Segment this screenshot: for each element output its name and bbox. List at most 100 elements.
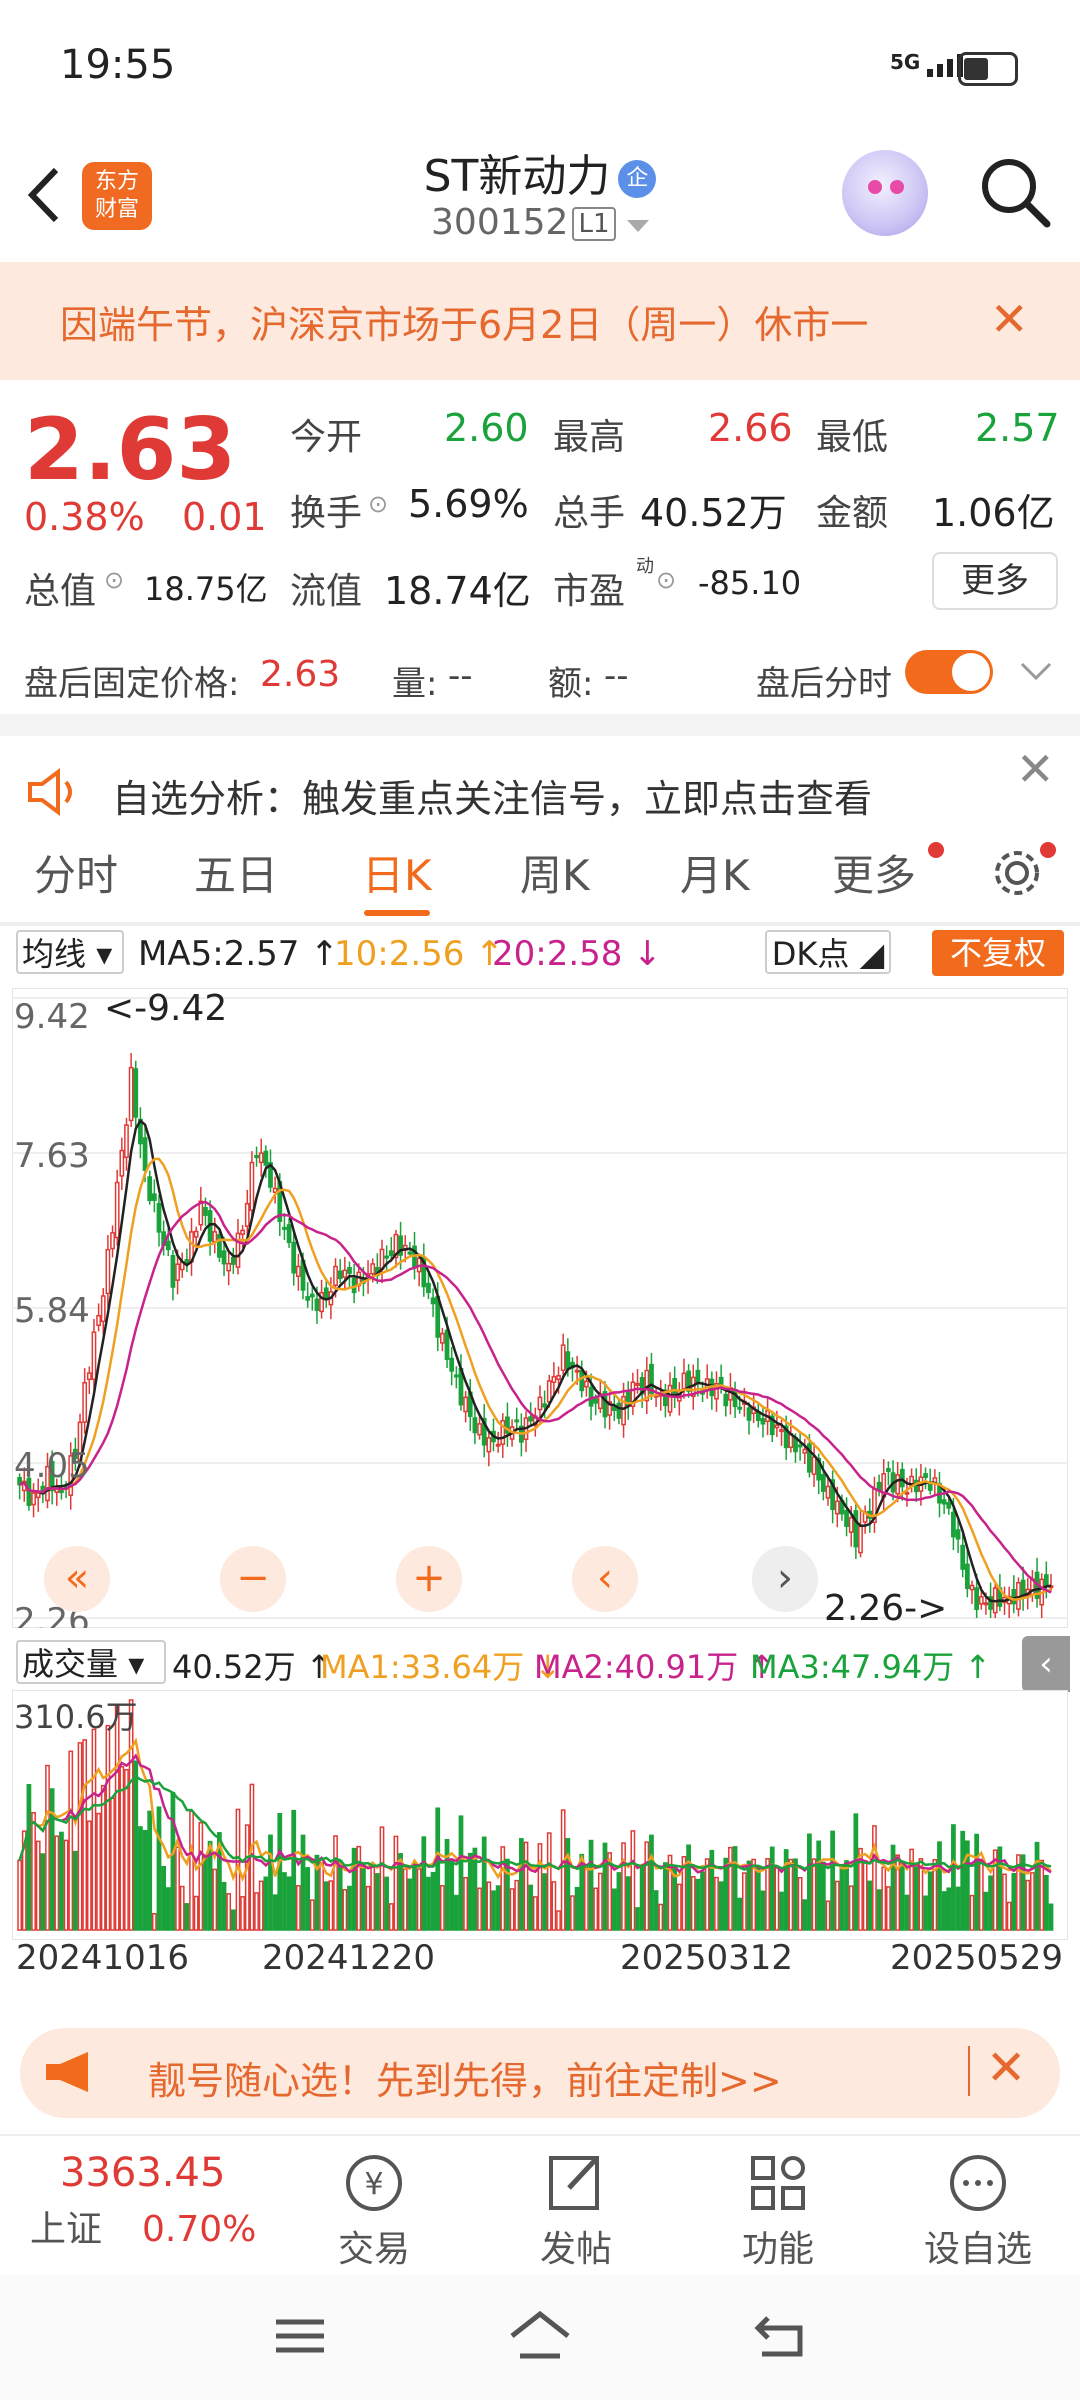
index-quote[interactable]: 3363.45 上证 0.70% — [30, 2150, 280, 2252]
dk-point-button[interactable]: DK点 ◢ — [765, 930, 891, 974]
nav-add-watchlist[interactable]: 设自选 — [908, 2150, 1048, 2272]
zoom-out-button[interactable]: − — [220, 1546, 286, 1612]
volume-bar — [509, 1888, 515, 1931]
volume-bar — [463, 1876, 468, 1931]
volume-bar — [105, 1724, 111, 1931]
volume-bar — [402, 1868, 408, 1931]
trade-icon: ¥ — [346, 2155, 402, 2211]
candle-body — [119, 1149, 125, 1177]
volume-bar — [1030, 1872, 1035, 1931]
more-button[interactable]: 更多 — [932, 552, 1058, 610]
candle-body — [486, 1437, 492, 1453]
date-tick: 20250529 — [890, 1938, 1064, 1978]
candle-body — [407, 1251, 413, 1255]
notice-close-icon[interactable]: ✕ — [990, 292, 1029, 346]
volume-bar — [193, 1895, 199, 1931]
tab-intraday[interactable]: 分时 — [34, 842, 118, 903]
nav-trade-label: 交易 — [337, 2229, 410, 2270]
tab-more[interactable]: 更多 — [832, 842, 916, 903]
volume-bar — [426, 1876, 431, 1931]
amount-label: 金额 — [816, 493, 889, 534]
volume-bar — [282, 1872, 287, 1931]
watchlist-alert-text[interactable]: 自选分析：触发重点关注信号，立即点击查看 — [112, 768, 872, 823]
volume-bar — [240, 1896, 245, 1931]
volume-bar — [635, 1907, 640, 1931]
volume-bar — [714, 1876, 719, 1931]
volume-bar — [820, 1861, 826, 1931]
alert-close-icon[interactable]: ✕ — [1016, 742, 1055, 796]
volume-bar — [625, 1876, 631, 1931]
home-icon[interactable] — [508, 2310, 572, 2362]
dropdown-icon — [626, 220, 649, 232]
stock-name: ST新动力 — [423, 151, 611, 202]
tab-weekly-k[interactable]: 周K — [520, 842, 590, 903]
volume-bar — [760, 1890, 766, 1931]
info-icon[interactable]: ⊙ — [656, 566, 676, 594]
candle-body — [565, 1351, 571, 1370]
enterprise-badge-icon: 企 — [618, 160, 657, 198]
volume-ma3: MA3:47.94万 ↑ — [750, 1648, 992, 1686]
volume-chart[interactable]: 310.6万 — [12, 1690, 1068, 1940]
candle-body — [797, 1444, 803, 1448]
menu-icon[interactable] — [272, 2314, 328, 2358]
y-tick-label: 7.63 — [14, 1136, 90, 1176]
volume-bar — [686, 1844, 691, 1931]
volume-bar — [82, 1739, 88, 1931]
tab-monthly-k[interactable]: 月K — [680, 842, 750, 903]
adjust-button[interactable]: 不复权 — [932, 930, 1064, 976]
scroll-right-button[interactable]: › — [752, 1546, 818, 1612]
scroll-left-button[interactable]: ‹ — [572, 1546, 638, 1612]
promo-close-icon[interactable]: ✕ — [986, 2040, 1026, 2096]
settings-gear-icon[interactable] — [990, 846, 1044, 900]
volume-selector[interactable]: 成交量 ▾ — [16, 1640, 166, 1684]
candle-body — [983, 1602, 989, 1606]
volume-bar — [421, 1836, 427, 1931]
collapse-panel-icon[interactable]: ‹ — [1022, 1636, 1070, 1692]
candle-body — [444, 1329, 450, 1360]
grid-icon — [751, 2156, 805, 2210]
nav-trade[interactable]: ¥ 交易 — [304, 2150, 444, 2272]
volume-value: 40.52万 — [640, 491, 787, 535]
volume-bar — [807, 1833, 812, 1931]
candle-body — [165, 1240, 171, 1251]
info-icon[interactable]: ⊙ — [104, 566, 124, 594]
volume-bar — [537, 1843, 543, 1931]
zoom-in-button[interactable]: + — [396, 1546, 462, 1612]
candle-body — [964, 1563, 970, 1590]
open-value: 2.60 — [444, 406, 529, 450]
volume-bar — [588, 1839, 594, 1931]
volume-bar — [268, 1834, 273, 1931]
index-change: 0.70% — [142, 2209, 257, 2250]
candle-body — [337, 1270, 343, 1280]
indicator-selector[interactable]: 均线 ▾ — [16, 930, 124, 974]
candle-body — [151, 1193, 157, 1201]
candle-body — [370, 1263, 376, 1275]
speaker-icon — [28, 768, 72, 816]
volume-bar — [500, 1846, 506, 1931]
candle-body — [899, 1468, 905, 1488]
tab-five-day[interactable]: 五日 — [194, 842, 278, 903]
tab-daily-k[interactable]: 日K — [362, 842, 432, 903]
after-hours-toggle[interactable] — [905, 650, 993, 694]
candlestick-chart[interactable]: 9.427.635.844.052.26 <-9.42 2.26-> — [12, 988, 1068, 1628]
info-icon[interactable]: ⊙ — [368, 490, 388, 518]
candle-body — [560, 1344, 566, 1371]
search-icon[interactable] — [975, 152, 1055, 232]
level-badge: L1 — [572, 207, 616, 241]
scroll-left-fast-button[interactable]: « — [44, 1546, 110, 1612]
mktcap-label: 总值 — [24, 571, 97, 612]
chevron-down-icon[interactable] — [1020, 662, 1052, 682]
volume-bar — [203, 1854, 208, 1931]
volume-bar — [449, 1859, 455, 1931]
volume-bar — [26, 1784, 32, 1931]
volume-bar — [913, 1863, 919, 1931]
nav-function[interactable]: 功能 — [708, 2150, 848, 2272]
volume-bar — [881, 1866, 887, 1931]
nav-post[interactable]: 发帖 — [506, 2150, 646, 2272]
candle-body — [203, 1207, 208, 1216]
volume-bar — [658, 1903, 664, 1931]
back-icon[interactable] — [752, 2312, 808, 2360]
volume-bar — [630, 1830, 636, 1931]
robot-assistant-icon[interactable] — [842, 150, 928, 236]
index-name: 上证 — [30, 2209, 103, 2250]
